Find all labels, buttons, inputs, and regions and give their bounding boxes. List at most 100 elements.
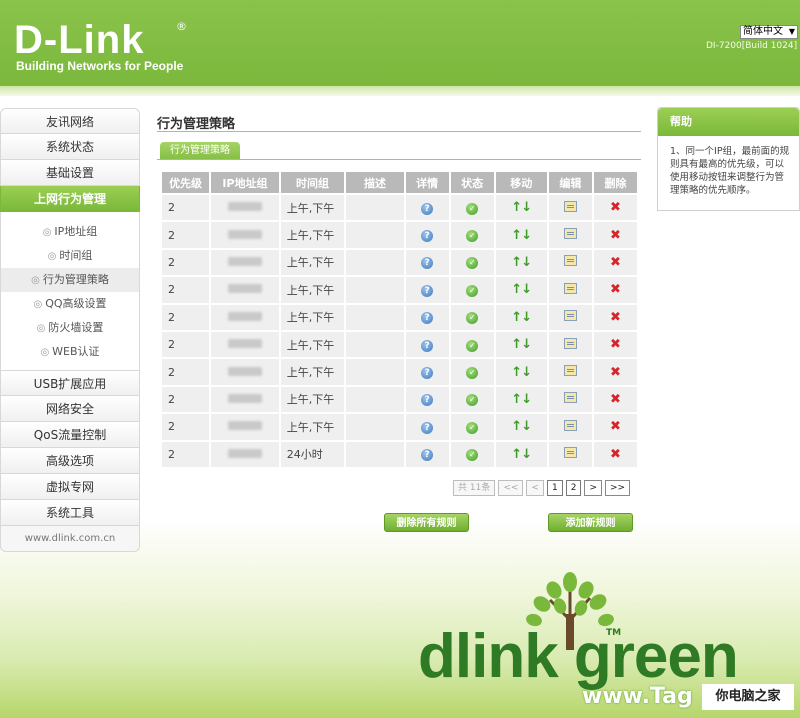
- edit-icon[interactable]: [563, 282, 577, 294]
- arrow-up-icon[interactable]: ↑: [511, 447, 522, 462]
- sidebar-item-network-security[interactable]: 网络安全: [0, 396, 140, 422]
- delete-icon[interactable]: ✖: [610, 337, 621, 352]
- edit-icon[interactable]: [563, 228, 577, 240]
- arrow-down-icon[interactable]: ↓: [521, 365, 532, 380]
- delete-icon[interactable]: ✖: [610, 200, 621, 215]
- info-icon[interactable]: ?: [421, 339, 434, 352]
- check-icon[interactable]: ✓: [466, 230, 479, 243]
- language-select[interactable]: 简体中文 ▼: [740, 25, 798, 39]
- sidebar-item-dlink[interactable]: 友讯网络: [0, 108, 140, 134]
- delete-icon[interactable]: ✖: [610, 392, 621, 407]
- edit-icon[interactable]: [563, 200, 577, 212]
- arrow-down-icon[interactable]: ↓: [521, 228, 532, 243]
- sidebar-item-system-tools[interactable]: 系统工具: [0, 500, 140, 526]
- arrow-up-icon[interactable]: ↑: [511, 337, 522, 352]
- info-icon[interactable]: ?: [421, 230, 434, 243]
- column-header: IP地址组: [211, 172, 279, 193]
- submenu-item-firewall[interactable]: ◎ 防火墙设置: [1, 316, 139, 340]
- check-icon[interactable]: ✓: [466, 257, 479, 270]
- tab-policy[interactable]: 行为管理策略: [160, 142, 240, 159]
- arrow-down-icon[interactable]: ↓: [521, 310, 532, 325]
- arrow-down-icon[interactable]: ↓: [521, 282, 532, 297]
- arrow-down-icon[interactable]: ↓: [521, 392, 532, 407]
- submenu-item-policy[interactable]: ◎ 行为管理策略: [1, 268, 139, 292]
- sidebar-item-usb[interactable]: USB扩展应用: [0, 370, 140, 396]
- sidebar-footer-link[interactable]: www.dlink.com.cn: [0, 526, 140, 552]
- submenu-item-ip-group[interactable]: ◎ IP地址组: [1, 220, 139, 244]
- first-page-button[interactable]: <<: [498, 480, 524, 496]
- arrow-up-icon[interactable]: ↑: [511, 392, 522, 407]
- info-icon[interactable]: ?: [421, 284, 434, 297]
- next-page-button[interactable]: >: [584, 480, 602, 496]
- info-icon[interactable]: ?: [421, 202, 434, 215]
- delete-icon[interactable]: ✖: [610, 282, 621, 297]
- arrow-down-icon[interactable]: ↓: [521, 200, 532, 215]
- arrow-up-icon[interactable]: ↑: [511, 282, 522, 297]
- description-cell: [346, 386, 404, 413]
- arrow-up-icon[interactable]: ↑: [511, 200, 522, 215]
- sidebar-item-basic-settings[interactable]: 基础设置: [0, 160, 140, 186]
- check-icon[interactable]: ✓: [466, 394, 479, 407]
- delete-icon[interactable]: ✖: [610, 255, 621, 270]
- edit-icon[interactable]: [563, 365, 577, 377]
- sidebar-item-qos[interactable]: QoS流量控制: [0, 422, 140, 448]
- bullet-icon: ◎: [33, 299, 43, 310]
- check-icon[interactable]: ✓: [466, 367, 479, 380]
- submenu-item-qq-settings[interactable]: ◎ QQ高级设置: [1, 292, 139, 316]
- arrow-down-icon[interactable]: ↓: [521, 447, 532, 462]
- arrow-down-icon[interactable]: ↓: [521, 337, 532, 352]
- edit-icon[interactable]: [563, 419, 577, 431]
- edit-cell: [548, 331, 592, 358]
- last-page-button[interactable]: >>: [604, 480, 631, 496]
- arrow-up-icon[interactable]: ↑: [511, 255, 522, 270]
- info-icon[interactable]: ?: [421, 257, 434, 270]
- sidebar-item-behavior-management[interactable]: 上网行为管理: [0, 186, 140, 212]
- priority-cell: 2: [162, 195, 210, 221]
- edit-icon[interactable]: [563, 310, 577, 322]
- delete-all-rules-button[interactable]: 删除所有规则: [384, 513, 469, 532]
- arrow-down-icon[interactable]: ↓: [521, 255, 532, 270]
- sidebar-item-advanced[interactable]: 高级选项: [0, 448, 140, 474]
- details-cell: ?: [405, 195, 449, 221]
- check-icon[interactable]: ✓: [466, 421, 479, 434]
- arrow-down-icon[interactable]: ↓: [521, 419, 532, 434]
- priority-cell: 2: [162, 331, 210, 358]
- arrow-up-icon[interactable]: ↑: [511, 228, 522, 243]
- prev-page-button[interactable]: <: [526, 480, 544, 496]
- info-icon[interactable]: ?: [421, 312, 434, 325]
- delete-cell: ✖: [593, 359, 637, 385]
- delete-icon[interactable]: ✖: [610, 447, 621, 462]
- page-2-button[interactable]: 2: [565, 480, 582, 496]
- status-cell: ✓: [450, 195, 494, 221]
- info-icon[interactable]: ?: [421, 421, 434, 434]
- sidebar-item-vpn[interactable]: 虚拟专网: [0, 474, 140, 500]
- add-rule-button[interactable]: 添加新规则: [548, 513, 633, 532]
- edit-icon[interactable]: [563, 255, 577, 267]
- info-icon[interactable]: ?: [421, 449, 434, 462]
- check-icon[interactable]: ✓: [466, 449, 479, 462]
- edit-icon[interactable]: [563, 337, 577, 349]
- info-icon[interactable]: ?: [421, 394, 434, 407]
- delete-icon[interactable]: ✖: [610, 310, 621, 325]
- check-icon[interactable]: ✓: [466, 312, 479, 325]
- check-icon[interactable]: ✓: [466, 339, 479, 352]
- column-header: 优先级: [162, 172, 210, 193]
- check-icon[interactable]: ✓: [466, 202, 479, 215]
- help-panel: 帮助 1、同一个IP组，最前面的规则具有最高的优先级，可以使用移动按钮来调整行为…: [657, 107, 800, 211]
- column-header: 移动: [495, 172, 547, 193]
- info-icon[interactable]: ?: [421, 367, 434, 380]
- arrow-up-icon[interactable]: ↑: [511, 310, 522, 325]
- sidebar-item-system-status[interactable]: 系统状态: [0, 134, 140, 160]
- arrow-up-icon[interactable]: ↑: [511, 419, 522, 434]
- page-1-button[interactable]: 1: [546, 480, 563, 496]
- details-cell: ?: [405, 386, 449, 413]
- edit-icon[interactable]: [563, 392, 577, 404]
- delete-icon[interactable]: ✖: [610, 365, 621, 380]
- submenu-item-web-auth[interactable]: ◎ WEB认证: [1, 340, 139, 364]
- delete-icon[interactable]: ✖: [610, 228, 621, 243]
- edit-icon[interactable]: [563, 447, 577, 459]
- delete-icon[interactable]: ✖: [610, 419, 621, 434]
- check-icon[interactable]: ✓: [466, 284, 479, 297]
- submenu-item-time-group[interactable]: ◎ 时间组: [1, 244, 139, 268]
- arrow-up-icon[interactable]: ↑: [511, 365, 522, 380]
